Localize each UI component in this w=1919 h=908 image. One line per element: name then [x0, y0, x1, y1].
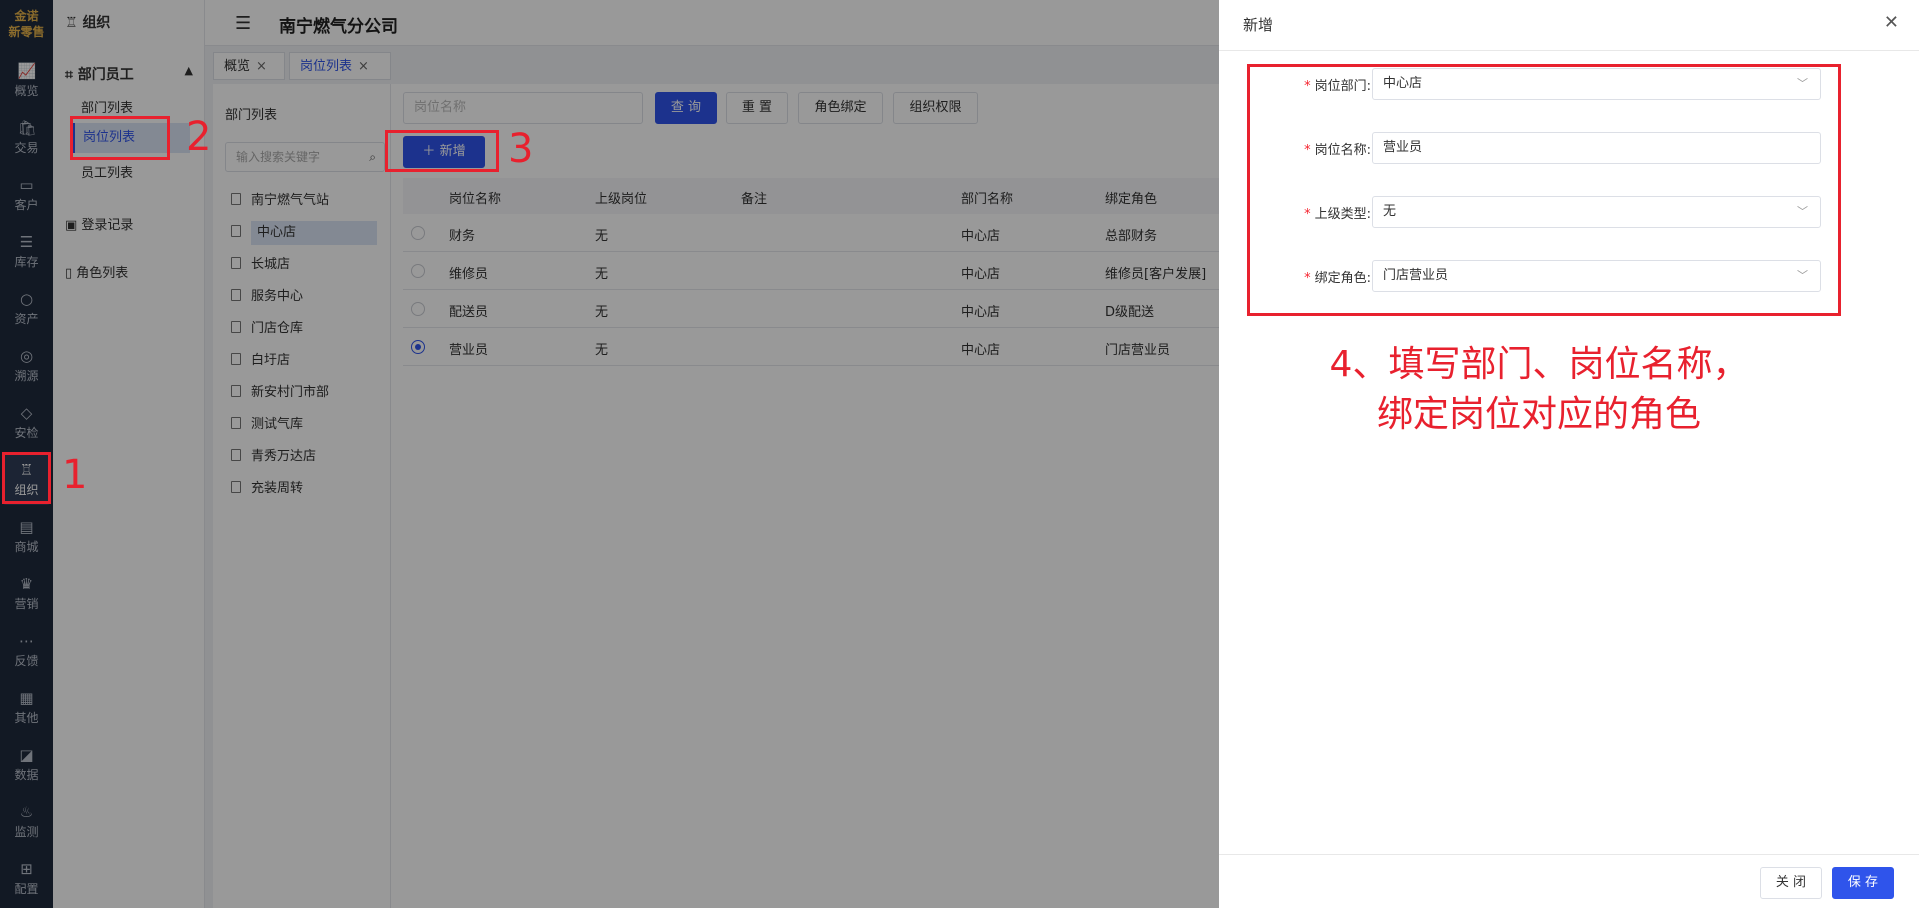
annotation-number-1: 1: [62, 452, 88, 498]
drawer-footer-divider: [1219, 854, 1919, 855]
close-button[interactable]: 关 闭: [1760, 867, 1822, 899]
save-button[interactable]: 保 存: [1832, 867, 1894, 899]
drawer-divider: [1219, 50, 1919, 51]
annotation-number-3: 3: [508, 126, 534, 172]
annotation-note-line-1: 4、填写部门、岗位名称，: [1329, 344, 1749, 385]
annotation-number-2: 2: [186, 114, 212, 160]
annotation-box-3: [385, 130, 499, 172]
annotation-box-1: [2, 452, 51, 504]
annotation-note-line-2: 绑定岗位对应的角色: [1376, 394, 1701, 435]
drawer-title: 新增: [1243, 16, 1274, 34]
add-position-drawer: 新增 ✕ * 岗位部门: 中心店 ﹀ * 岗位名称: 营业员 * 上级类型: 无 ﹀ * 绑…: [1219, 0, 1919, 908]
annotation-box-2: [70, 116, 170, 160]
annotation-note: 4、填写部门、岗位名称， 绑定岗位对应的角色: [1259, 340, 1819, 440]
annotation-box-4: [1247, 64, 1841, 316]
close-icon[interactable]: ✕: [1884, 12, 1899, 33]
